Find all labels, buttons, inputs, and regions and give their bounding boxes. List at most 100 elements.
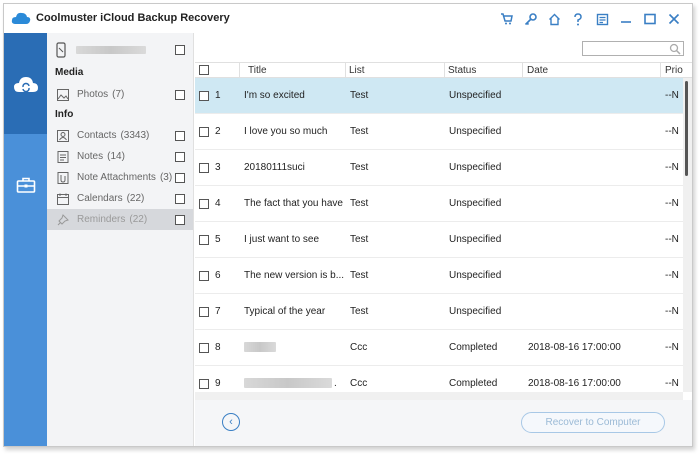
row-number: 5	[215, 234, 221, 245]
row-date: 2018-08-16 17:00:00	[528, 378, 621, 389]
section-media: Media	[55, 67, 84, 78]
header-status[interactable]: Status	[448, 65, 476, 76]
home-icon[interactable]	[542, 11, 566, 27]
nav-icloud-recovery[interactable]	[4, 33, 47, 134]
row-list: Test	[350, 270, 369, 281]
back-button[interactable]: ‹	[222, 413, 240, 431]
row-checkbox[interactable]	[199, 235, 209, 245]
row-priority: --N	[665, 270, 679, 281]
category-count: (3343)	[120, 130, 150, 141]
app-window: Coolmuster iCloud Backup Recovery Media …	[3, 3, 693, 447]
row-checkbox[interactable]	[199, 307, 209, 317]
recover-to-computer-button[interactable]: Recover to Computer	[521, 412, 665, 433]
main-panel: Title List Status Date Prio 1 I'm so exc…	[195, 33, 692, 446]
category-reminders[interactable]: Reminders (22)	[47, 209, 193, 230]
category-checkbox[interactable]	[175, 193, 185, 204]
search-icon	[669, 43, 681, 55]
category-checkbox[interactable]	[175, 172, 185, 183]
table-row[interactable]: 8 Ccc Completed 2018-08-16 17:00:00 --N	[195, 330, 683, 366]
row-priority: --N	[665, 162, 679, 173]
row-number: 4	[215, 198, 221, 209]
title-bar: Coolmuster iCloud Backup Recovery	[4, 4, 692, 33]
table-row[interactable]: 5 I just want to see Test Unspecified --…	[195, 222, 683, 258]
row-status: Unspecified	[449, 90, 502, 101]
horizontal-scrollbar[interactable]	[195, 392, 683, 400]
table-row[interactable]: 3 20180111suci Test Unspecified --N	[195, 150, 683, 186]
table-row[interactable]: 2 I love you so much Test Unspecified --…	[195, 114, 683, 150]
category-label: Calendars	[77, 193, 123, 204]
row-checkbox[interactable]	[199, 271, 209, 281]
category-photos[interactable]: Photos (7)	[47, 84, 193, 105]
cart-icon[interactable]	[494, 11, 518, 27]
category-contacts[interactable]: Contacts (3343)	[47, 125, 193, 146]
close-icon[interactable]	[662, 11, 686, 27]
category-label: Photos	[77, 89, 109, 100]
scrollbar-thumb[interactable]	[685, 81, 688, 176]
row-list: Test	[350, 126, 369, 137]
row-number: 2	[215, 126, 221, 137]
header-priority[interactable]: Prio	[665, 65, 683, 76]
feedback-icon[interactable]	[590, 11, 614, 27]
category-count: (3)	[159, 172, 173, 183]
category-label: Reminders	[77, 214, 126, 225]
row-list: Ccc	[350, 342, 368, 353]
row-checkbox[interactable]	[199, 91, 209, 101]
row-status: Unspecified	[449, 306, 502, 317]
row-number: 7	[215, 306, 221, 317]
row-list: Test	[350, 162, 369, 173]
photo-icon	[56, 88, 69, 101]
row-checkbox[interactable]	[199, 163, 209, 173]
search-input[interactable]	[582, 41, 684, 56]
row-status: Completed	[449, 378, 498, 389]
header-list[interactable]: List	[349, 65, 365, 76]
row-status: Unspecified	[449, 162, 502, 173]
vertical-scrollbar[interactable]	[683, 78, 692, 392]
category-label: Contacts	[77, 130, 117, 141]
category-notes[interactable]: Notes (14)	[47, 146, 193, 167]
table-row[interactable]: 1 I'm so excited Test Unspecified --N	[195, 78, 683, 114]
select-all-checkbox[interactable]	[175, 45, 185, 55]
attachment-icon	[56, 171, 69, 184]
category-panel: Media Photos (7) Info Contacts (3343) No…	[47, 33, 194, 446]
row-number: 6	[215, 270, 221, 281]
contacts-icon	[56, 129, 69, 142]
category-note-attachments[interactable]: Note Attachments (3)	[47, 167, 193, 188]
category-checkbox[interactable]	[175, 214, 185, 225]
row-list: Test	[350, 198, 369, 209]
table-header: Title List Status Date Prio	[195, 62, 692, 78]
category-checkbox[interactable]	[175, 151, 185, 162]
header-checkbox[interactable]	[199, 65, 209, 75]
calendar-icon	[56, 192, 69, 205]
table-row[interactable]: 4 The fact that you have Test Unspecifie…	[195, 186, 683, 222]
category-checkbox[interactable]	[175, 89, 185, 100]
row-checkbox[interactable]	[199, 379, 209, 389]
row-number: 8	[215, 342, 221, 353]
row-title: I just want to see	[244, 234, 320, 245]
table-row[interactable]: 7 Typical of the year Test Unspecified -…	[195, 294, 683, 330]
row-priority: --N	[665, 198, 679, 209]
row-list: Test	[350, 90, 369, 101]
category-label: Notes	[77, 151, 104, 162]
toolbox-icon	[16, 177, 35, 193]
row-status: Unspecified	[449, 126, 502, 137]
phone-icon	[56, 42, 66, 58]
help-icon[interactable]	[566, 11, 590, 27]
row-checkbox[interactable]	[199, 343, 209, 353]
header-date[interactable]: Date	[527, 65, 548, 76]
table-row[interactable]: 9 . Ccc Completed 2018-08-16 17:00:00 --…	[195, 366, 683, 392]
row-priority: --N	[665, 378, 679, 389]
key-icon[interactable]	[518, 11, 542, 27]
category-calendars[interactable]: Calendars (22)	[47, 188, 193, 209]
minimize-icon[interactable]	[614, 11, 638, 27]
header-title[interactable]: Title	[248, 65, 267, 76]
category-count: (22)	[129, 214, 148, 225]
nav-toolbox[interactable]	[4, 134, 47, 235]
notes-icon	[56, 150, 69, 163]
row-checkbox[interactable]	[199, 199, 209, 209]
table-row[interactable]: 6 The new version is b... Test Unspecifi…	[195, 258, 683, 294]
row-checkbox[interactable]	[199, 127, 209, 137]
maximize-icon[interactable]	[638, 11, 662, 27]
category-checkbox[interactable]	[175, 130, 185, 141]
app-title: Coolmuster iCloud Backup Recovery	[36, 12, 230, 24]
row-number: 1	[215, 90, 221, 101]
